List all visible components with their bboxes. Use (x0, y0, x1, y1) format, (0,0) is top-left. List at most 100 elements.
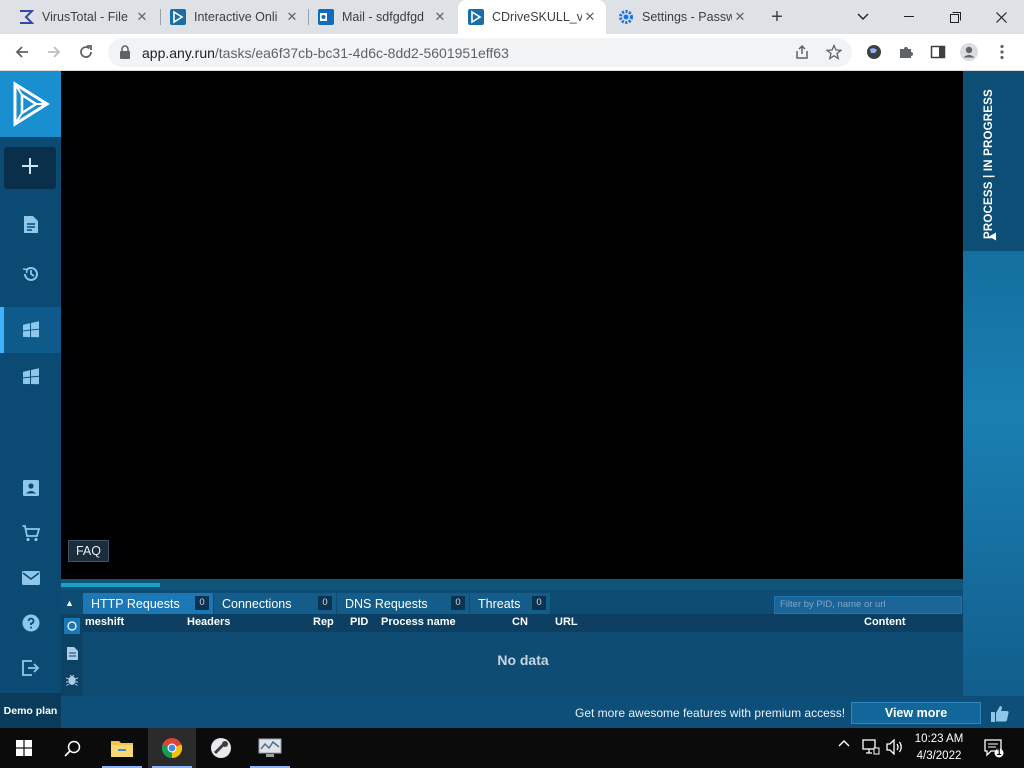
column-header[interactable]: CN (512, 616, 528, 628)
windows-taskbar: 10:23 AM 4/3/2022 1 (0, 728, 1024, 768)
tab-count-badge: 0 (195, 596, 209, 610)
profile-avatar-icon[interactable] (958, 41, 980, 63)
tab-title: VirusTotal - File (42, 10, 128, 24)
tab-connections[interactable]: Connections 0 (214, 593, 336, 614)
cart-icon[interactable] (0, 510, 61, 556)
plan-badge[interactable]: Demo plan (0, 693, 61, 728)
tab-threats[interactable]: Threats 0 (470, 593, 550, 614)
plus-icon (21, 157, 39, 180)
tab-title: Settings - Passw (642, 10, 732, 24)
reports-document-icon[interactable] (0, 201, 61, 247)
url-host: app.any.run (142, 45, 215, 61)
faq-tooltip: FAQ (68, 540, 109, 562)
address-bar[interactable]: app.any.run/tasks/ea6f37cb-bc31-4d6c-8dd… (108, 38, 852, 67)
tab-label: Connections (222, 596, 292, 611)
tab-settings-passwords[interactable]: Settings - Passw ✕ (608, 0, 756, 34)
lock-icon[interactable] (119, 45, 131, 64)
back-arrow-icon[interactable] (10, 40, 34, 64)
close-icon[interactable]: ✕ (732, 9, 748, 25)
tab-label: Threats (478, 596, 521, 611)
network-status-icon[interactable] (862, 739, 880, 755)
column-header[interactable]: Content (864, 616, 906, 628)
promo-text: Get more awesome features with premium a… (575, 706, 846, 720)
menu-kebab-icon[interactable] (991, 41, 1013, 63)
notification-center-icon[interactable]: 1 (984, 738, 1004, 758)
network-tool-icon[interactable] (197, 728, 245, 768)
column-header[interactable]: Headers (187, 616, 230, 628)
task-progress-bar (61, 579, 963, 590)
bug-icon[interactable] (64, 671, 80, 687)
tab-interactive-online[interactable]: Interactive Onli ✕ (160, 0, 308, 34)
view-more-button[interactable]: View more (851, 702, 981, 724)
logout-icon[interactable] (0, 645, 61, 691)
close-icon[interactable]: ✕ (134, 9, 150, 25)
share-icon[interactable] (791, 41, 813, 63)
settings-gear-icon (618, 9, 634, 25)
reload-icon[interactable] (74, 40, 98, 64)
task-progress-fill (61, 583, 161, 587)
chevron-up-icon[interactable] (838, 739, 850, 747)
tab-dns-requests[interactable]: DNS Requests 0 (337, 593, 469, 614)
close-icon[interactable]: ✕ (432, 9, 448, 25)
anyrun-icon (170, 9, 186, 25)
anyrun-logo[interactable] (0, 71, 61, 137)
network-panel: ▲ HTTP Requests 0 Connections 0 DNS Requ… (61, 590, 963, 696)
restore-button[interactable] (932, 0, 978, 34)
tab-mail[interactable]: Mail - sdfgdfgd ✕ (308, 0, 456, 34)
browser-toolbar: app.any.run/tasks/ea6f37cb-bc31-4d6c-8dd… (0, 34, 1024, 71)
outlook-icon (318, 9, 334, 25)
url-path: /tasks/ea6f37cb-bc31-4d6c-8dd2-5601951ef… (214, 45, 509, 61)
tab-virustotal[interactable]: VirusTotal - File ✕ (8, 0, 158, 34)
new-task-button[interactable] (4, 147, 56, 189)
network-tabs: ▲ HTTP Requests 0 Connections 0 DNS Requ… (61, 593, 963, 614)
mail-icon[interactable] (0, 555, 61, 601)
process-panel[interactable]: PROCESS | IN PROGRESS (963, 71, 1024, 696)
forward-arrow-icon[interactable] (42, 40, 66, 64)
column-header[interactable]: URL (555, 616, 578, 628)
new-tab-button[interactable]: + (766, 7, 788, 27)
files-document-icon[interactable] (64, 645, 80, 661)
search-icon[interactable] (48, 728, 96, 768)
panel-left-rail (61, 614, 83, 696)
monitor-app-icon[interactable] (246, 728, 294, 768)
thumbs-up-icon[interactable] (989, 703, 1011, 723)
collapse-arrow-icon[interactable]: ▲ (65, 598, 74, 608)
vm-screen[interactable] (61, 71, 963, 579)
clock-date: 4/3/2022 (916, 750, 962, 762)
column-header[interactable]: meshift (85, 616, 124, 628)
process-status-label: PROCESS | IN PROGRESS (983, 89, 995, 239)
profile-icon[interactable] (0, 465, 61, 511)
globe-network-icon[interactable] (64, 618, 80, 634)
history-icon[interactable] (0, 251, 61, 297)
close-icon[interactable]: ✕ (284, 9, 300, 25)
extension-globe-icon[interactable] (863, 41, 885, 63)
system-clock[interactable]: 10:23 AM 4/3/2022 (906, 731, 972, 765)
tab-cdriveskull[interactable]: CDriveSKULL_v ✕ (458, 0, 606, 34)
column-header[interactable]: PID (350, 616, 368, 628)
start-button[interactable] (0, 728, 48, 768)
tab-search-chevron-icon[interactable] (840, 0, 886, 34)
column-header[interactable]: Rep (313, 616, 334, 628)
bookmark-star-icon[interactable] (823, 41, 845, 63)
active-indicator (0, 307, 4, 353)
extensions-puzzle-icon[interactable] (895, 41, 917, 63)
column-header[interactable]: Process name (381, 616, 456, 628)
side-panel-icon[interactable] (927, 41, 949, 63)
tab-http-requests[interactable]: HTTP Requests 0 (83, 593, 213, 614)
minimize-button[interactable] (886, 0, 932, 34)
window-close-button[interactable] (978, 0, 1024, 34)
anyrun-icon (468, 9, 484, 25)
chrome-icon[interactable] (148, 728, 196, 768)
tab-label: DNS Requests (345, 596, 428, 611)
windows-task-icon[interactable] (0, 354, 61, 400)
volume-icon[interactable] (886, 739, 904, 755)
tab-count-badge: 0 (318, 596, 332, 610)
windows-task-active-icon[interactable] (0, 307, 61, 353)
filter-input[interactable]: Filter by PID, name or url (774, 596, 962, 614)
close-icon[interactable]: ✕ (582, 9, 598, 25)
notification-count: 1 (996, 747, 1002, 757)
file-explorer-icon[interactable] (98, 728, 146, 768)
virustotal-icon (18, 9, 34, 25)
help-question-icon[interactable] (0, 600, 61, 646)
tab-count-badge: 0 (451, 596, 465, 610)
